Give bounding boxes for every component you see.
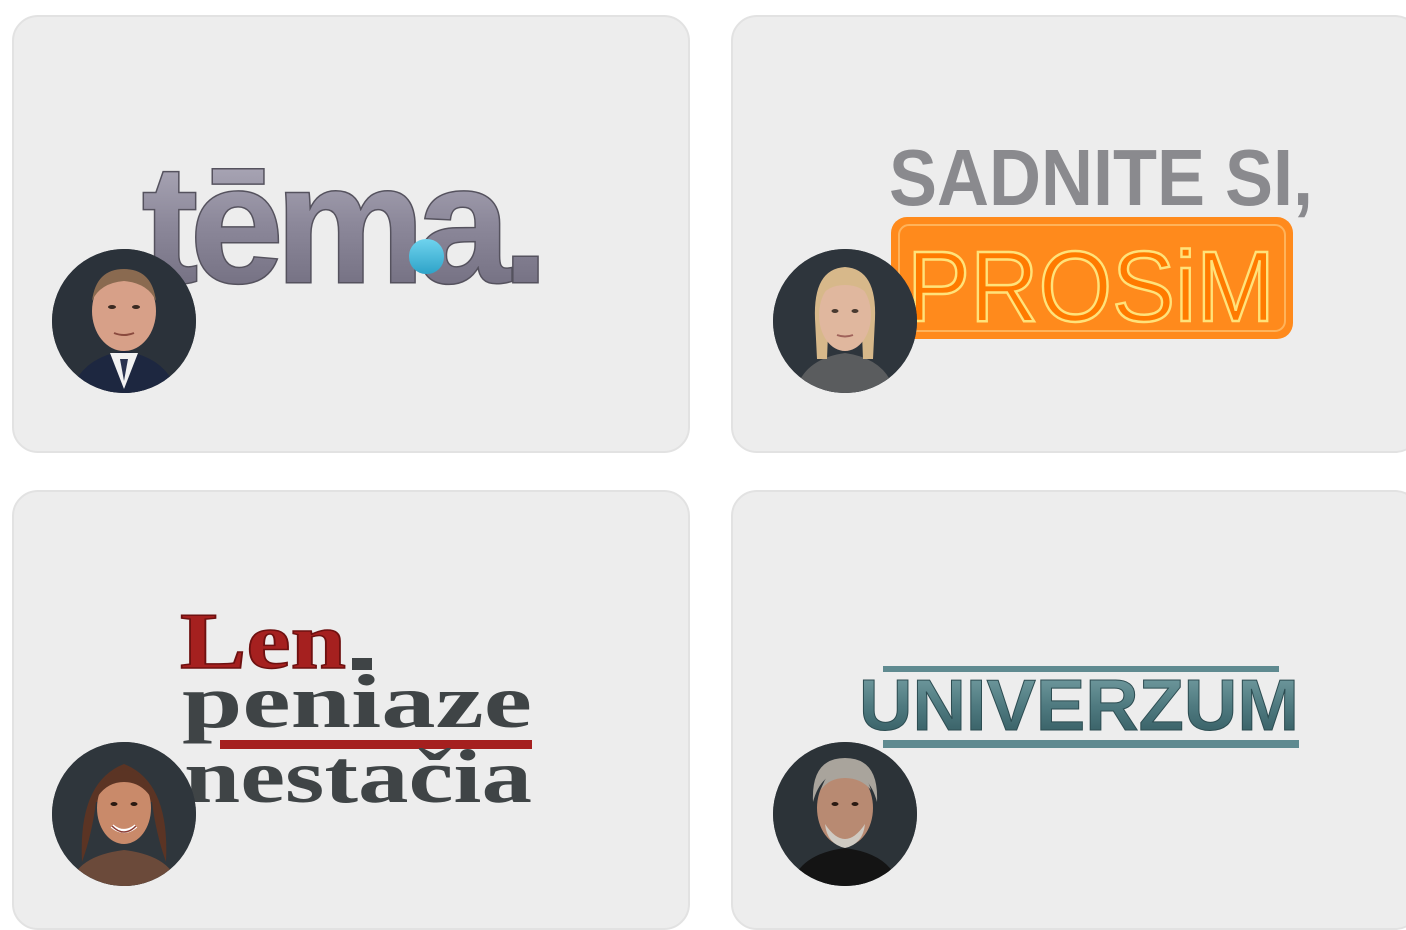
- show-card-tema[interactable]: tēma.: [12, 15, 690, 453]
- host-avatar-male-2-icon: [773, 742, 917, 886]
- show-card-sadnite-si-prosim[interactable]: SADNITE SI, PROSiM: [731, 15, 1406, 453]
- host-avatar-male-icon: [52, 249, 196, 393]
- univerzum-logo-text: UNIVERZUM: [859, 666, 1299, 746]
- show-card-univerzum[interactable]: UNIVERZUM: [731, 490, 1406, 930]
- prosim-logo-line2: PROSiM: [907, 231, 1275, 343]
- sadnite-logo-line1: SADNITE SI,: [889, 133, 1313, 222]
- tema-logo-text: tēma.: [142, 130, 541, 318]
- svg-text:tēma.: tēma.: [142, 130, 541, 318]
- host-avatar-female-2-icon: [52, 742, 196, 886]
- show-card-len-peniaze-nestacia[interactable]: Len peniaze nestačia: [12, 490, 690, 930]
- host-avatar-female-icon: [773, 249, 917, 393]
- peniaze-logo-line2: peniaze: [182, 660, 532, 744]
- nestacia-logo-line3: nestačia: [184, 735, 532, 819]
